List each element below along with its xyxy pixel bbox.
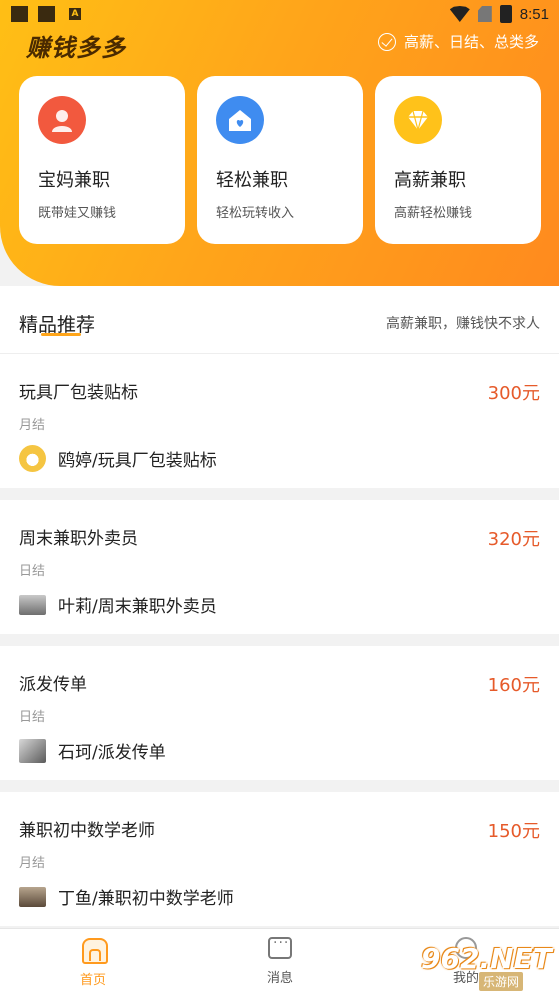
avatar — [19, 739, 46, 763]
job-pay: 320元 — [487, 529, 540, 550]
job-title: 派发传单 — [19, 675, 87, 695]
section-subtitle: 高薪兼职，赚钱快不求人 — [386, 316, 540, 332]
job-item[interactable]: 周末兼职外卖员 320元 日结 叶莉/周末兼职外卖员 — [0, 500, 559, 634]
tab-label: 消息 — [266, 971, 293, 986]
job-title: 玩具厂包装贴标 — [19, 383, 138, 403]
avatar — [19, 887, 46, 907]
category-card-easy[interactable]: 轻松兼职 轻松玩转收入 — [197, 76, 363, 244]
battery-icon — [499, 5, 512, 23]
watermark-logo: 962.NET 乐游网 — [421, 940, 553, 991]
job-poster: 鸥婷/玩具厂包装贴标 — [58, 451, 217, 471]
watermark-text: 乐游网 — [479, 972, 524, 991]
job-title: 周末兼职外卖员 — [19, 529, 138, 549]
category-title: 宝妈兼职 — [38, 170, 110, 191]
category-subtitle: 既带娃又赚钱 — [38, 206, 117, 221]
category-card-highpay[interactable]: 高薪兼职 高薪轻松赚钱 — [375, 76, 541, 244]
job-title: 兼职初中数学老师 — [19, 821, 155, 841]
diamond-icon — [394, 96, 442, 144]
job-pay: 300元 — [487, 383, 540, 404]
home-heart-icon — [216, 96, 264, 144]
watermark-number: 962.NET — [421, 942, 552, 975]
slogan-text: 高薪、日结、总类多 — [403, 33, 539, 51]
job-settlement: 日结 — [19, 564, 46, 579]
status-time: 8:51 — [519, 5, 549, 23]
job-poster: 叶莉/周末兼职外卖员 — [58, 597, 217, 617]
job-item[interactable]: 兼职初中数学老师 150元 月结 丁鱼/兼职初中数学老师 — [0, 792, 559, 926]
avatar — [19, 445, 46, 472]
slogan: 高薪、日结、总类多 — [377, 31, 539, 52]
tab-messages[interactable]: 消息 — [240, 935, 320, 986]
category-subtitle: 轻松玩转收入 — [216, 206, 295, 221]
avatar — [19, 595, 46, 615]
app-logo: 赚钱多多 — [26, 34, 126, 62]
section-title-underline — [41, 333, 81, 336]
app-notification-icon: A — [69, 8, 81, 20]
job-list-section: 精品推荐 高薪兼职，赚钱快不求人 玩具厂包装贴标 300元 月结 鸥婷/玩具厂包… — [0, 286, 559, 928]
sim-icon — [477, 6, 492, 22]
tab-home[interactable]: 首页 — [53, 937, 133, 988]
message-icon — [268, 935, 292, 959]
job-settlement: 日结 — [19, 710, 46, 725]
job-poster: 丁鱼/兼职初中数学老师 — [58, 889, 234, 909]
home-icon — [81, 937, 108, 964]
notification-icon — [11, 6, 28, 22]
job-item[interactable]: 派发传单 160元 日结 石珂/派发传单 — [0, 646, 559, 780]
wifi-icon — [449, 6, 470, 22]
category-title: 轻松兼职 — [216, 170, 288, 191]
job-settlement: 月结 — [19, 856, 46, 871]
hero-header: A 8:51 赚钱多多 高薪、日结、总类多 宝妈兼职 既带娃又赚钱 轻松兼职 轻… — [0, 0, 559, 286]
notification-icon — [38, 6, 55, 22]
category-card-mom[interactable]: 宝妈兼职 既带娃又赚钱 — [19, 76, 185, 244]
job-item[interactable]: 玩具厂包装贴标 300元 月结 鸥婷/玩具厂包装贴标 — [0, 354, 559, 488]
mother-icon — [38, 96, 86, 144]
job-pay: 150元 — [487, 821, 540, 842]
tab-label: 首页 — [79, 973, 106, 988]
status-bar: A 8:51 — [0, 0, 559, 28]
job-settlement: 月结 — [19, 418, 46, 433]
category-subtitle: 高薪轻松赚钱 — [394, 206, 473, 221]
check-circle-icon — [377, 32, 396, 51]
category-title: 高薪兼职 — [394, 170, 466, 191]
job-pay: 160元 — [487, 675, 540, 696]
section-header: 精品推荐 高薪兼职，赚钱快不求人 — [0, 286, 559, 354]
job-poster: 石珂/派发传单 — [58, 743, 166, 763]
